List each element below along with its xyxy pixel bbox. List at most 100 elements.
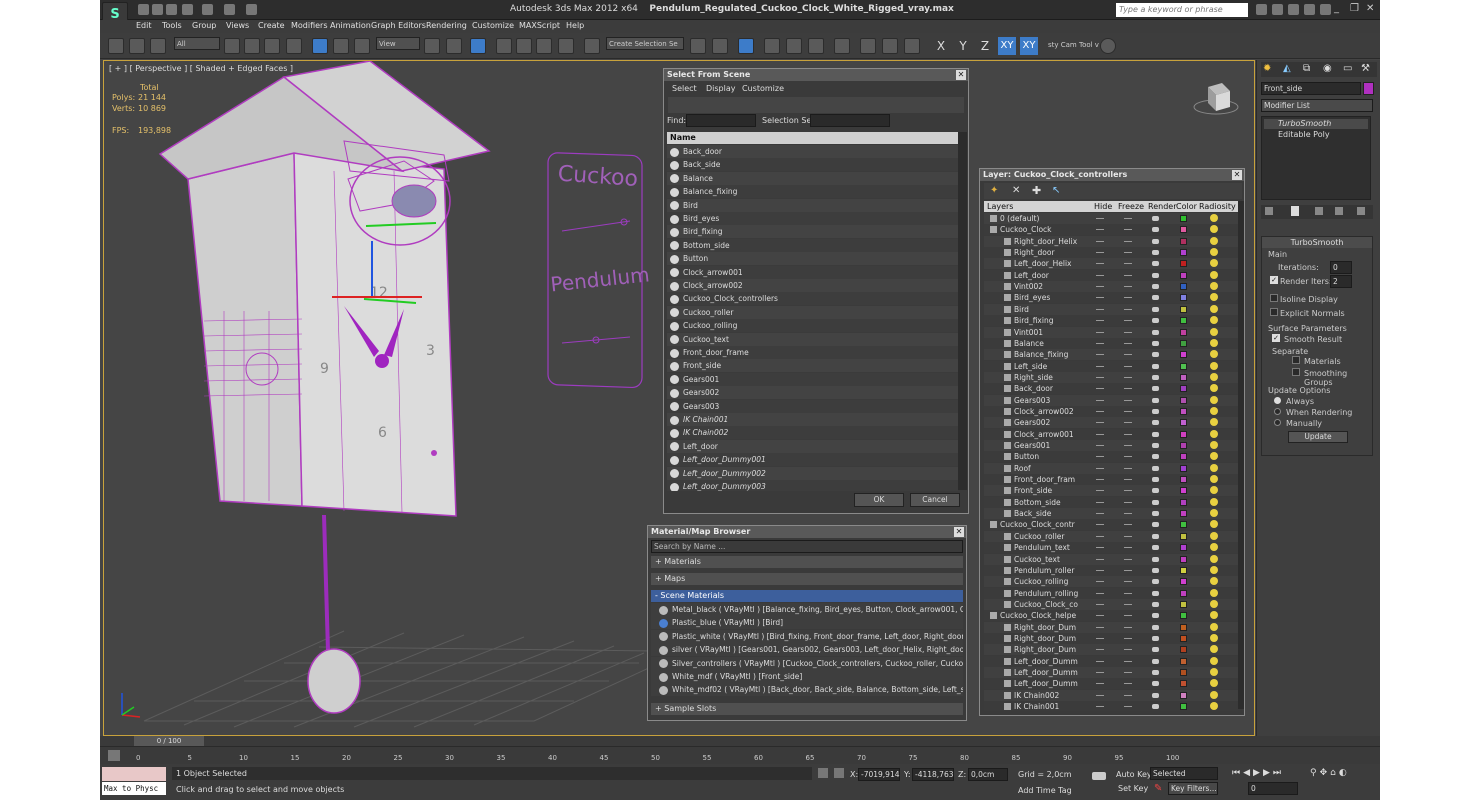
- menu-edit[interactable]: Edit: [136, 21, 152, 30]
- render-teapot-icon[interactable]: [1152, 284, 1159, 290]
- freeze-toggle[interactable]: [1124, 490, 1132, 492]
- freeze-toggle[interactable]: [1124, 603, 1132, 605]
- percent-snap-icon[interactable]: [536, 38, 552, 54]
- radiosity-bulb-icon[interactable]: [1210, 656, 1218, 665]
- scene-object-item[interactable]: Balance: [667, 171, 958, 185]
- scene-object-item[interactable]: Bird_fixing: [667, 225, 958, 239]
- render-teapot-icon[interactable]: [1152, 556, 1159, 562]
- make-unique-icon[interactable]: [1315, 207, 1323, 215]
- render-teapot-icon[interactable]: [1152, 216, 1159, 221]
- scene-object-item[interactable]: Clock_arrow002: [667, 279, 958, 292]
- cam-tool-icon[interactable]: [1100, 38, 1116, 54]
- render-teapot-icon[interactable]: [1152, 238, 1159, 244]
- scene-object-item[interactable]: Bird: [667, 198, 958, 212]
- scene-material-item[interactable]: Metal_black ( VRayMtl ) [Balance_fixing,…: [651, 603, 963, 616]
- render-teapot-icon[interactable]: [1152, 647, 1159, 653]
- scene-object-item[interactable]: Front_side: [667, 359, 958, 373]
- radiosity-bulb-icon[interactable]: [1210, 531, 1218, 540]
- layer-row[interactable]: Cuckoo_Clock_contr: [984, 519, 1238, 531]
- select-and-manipulate-icon[interactable]: [446, 38, 462, 54]
- key-icon[interactable]: [1092, 772, 1106, 780]
- layer-color-swatch[interactable]: [1180, 566, 1187, 574]
- radiosity-bulb-icon[interactable]: [1210, 463, 1218, 472]
- freeze-toggle[interactable]: [1124, 683, 1132, 685]
- rollout-title[interactable]: TurboSmooth: [1262, 237, 1372, 248]
- layer-color-swatch[interactable]: [1180, 305, 1187, 313]
- hide-toggle[interactable]: [1096, 274, 1104, 276]
- layer-color-swatch[interactable]: [1180, 464, 1187, 472]
- freeze-toggle[interactable]: [1124, 615, 1132, 617]
- freeze-toggle[interactable]: [1124, 547, 1132, 549]
- freeze-toggle[interactable]: [1124, 535, 1132, 537]
- hide-toggle[interactable]: [1096, 592, 1104, 594]
- render-teapot-icon[interactable]: [1152, 306, 1159, 312]
- layer-row[interactable]: Pendulum_roller: [984, 564, 1238, 576]
- hide-toggle[interactable]: [1096, 229, 1104, 231]
- material-search-input[interactable]: Search by Name ...: [651, 540, 963, 553]
- layer-row[interactable]: IK Chain001: [984, 701, 1238, 711]
- render-teapot-icon[interactable]: [1152, 579, 1159, 585]
- freeze-toggle[interactable]: [1124, 581, 1132, 583]
- scene-material-item[interactable]: Plastic_white ( VRayMtl ) [Bird_fixing, …: [651, 629, 963, 643]
- render-teapot-icon[interactable]: [1152, 601, 1159, 607]
- layer-color-swatch[interactable]: [1180, 385, 1187, 393]
- radiosity-bulb-icon[interactable]: [1210, 565, 1218, 574]
- hide-toggle[interactable]: [1096, 706, 1104, 708]
- menu-views[interactable]: Views: [226, 21, 249, 30]
- scene-material-item[interactable]: silver ( VRayMtl ) [Gears001, Gears002, …: [651, 643, 963, 657]
- radiosity-bulb-icon[interactable]: [1210, 282, 1218, 291]
- sfs-menu-customize[interactable]: Customize: [742, 84, 784, 93]
- hide-toggle[interactable]: [1096, 342, 1104, 344]
- radiosity-bulb-icon[interactable]: [1210, 441, 1218, 449]
- hide-toggle[interactable]: [1096, 490, 1104, 492]
- scene-object-item[interactable]: IK Chain002: [667, 426, 958, 440]
- track-bar[interactable]: 0 5 10 15 20 25 30 35 40 45 50 55 60 65 70 75 80 85 90 95 10…: [100, 746, 1380, 764]
- layer-row[interactable]: Right_door_Dum: [984, 644, 1238, 656]
- layer-manager-icon[interactable]: [738, 38, 754, 54]
- scene-object-item[interactable]: Cuckoo_text: [667, 332, 958, 346]
- remove-modifier-icon[interactable]: [1335, 207, 1343, 215]
- render-teapot-icon[interactable]: [1152, 488, 1159, 494]
- create-tab-icon[interactable]: ✹: [1263, 63, 1271, 74]
- select-and-scale-icon[interactable]: [354, 38, 370, 54]
- col-freeze[interactable]: Freeze: [1118, 202, 1144, 211]
- freeze-toggle[interactable]: [1124, 694, 1132, 696]
- layer-row[interactable]: Back_door: [984, 383, 1238, 395]
- always-radio[interactable]: [1274, 397, 1281, 404]
- render-teapot-icon[interactable]: [1152, 443, 1159, 448]
- hide-toggle[interactable]: [1096, 694, 1104, 696]
- section-maps[interactable]: + Maps: [651, 573, 963, 585]
- layer-color-swatch[interactable]: [1180, 453, 1187, 461]
- radiosity-bulb-icon[interactable]: [1210, 372, 1218, 381]
- select-from-scene-close-button[interactable]: ✕: [956, 70, 966, 80]
- layer-color-swatch[interactable]: [1180, 646, 1187, 654]
- hide-toggle[interactable]: [1096, 615, 1104, 617]
- viewcube[interactable]: [1193, 83, 1239, 115]
- menu-customize[interactable]: Customize: [472, 21, 514, 30]
- layer-row[interactable]: Right_door_Dum: [984, 632, 1238, 644]
- hide-toggle[interactable]: [1096, 672, 1104, 673]
- render-teapot-icon[interactable]: [1152, 477, 1159, 483]
- radiosity-bulb-icon[interactable]: [1210, 214, 1218, 222]
- freeze-toggle[interactable]: [1124, 479, 1132, 481]
- render-teapot-icon[interactable]: [1152, 227, 1159, 233]
- layer-row[interactable]: Bird_fixing: [984, 315, 1238, 327]
- layer-color-swatch[interactable]: [1180, 634, 1187, 642]
- freeze-toggle[interactable]: [1124, 592, 1132, 594]
- create-layer-icon[interactable]: ✦: [990, 185, 998, 196]
- render-teapot-icon[interactable]: [1152, 567, 1159, 573]
- hide-toggle[interactable]: [1096, 297, 1104, 299]
- layer-color-swatch[interactable]: [1180, 623, 1187, 631]
- scene-object-item[interactable]: Gears002: [667, 386, 958, 400]
- add-to-layer-icon[interactable]: ✚: [1032, 184, 1041, 197]
- project-folder-icon[interactable]: [224, 4, 235, 15]
- minimize-button[interactable]: _: [1334, 3, 1339, 14]
- binoculars-icon[interactable]: [1256, 4, 1267, 15]
- layer-row[interactable]: Vint001: [984, 326, 1238, 338]
- layer-row[interactable]: Vint002: [984, 281, 1238, 293]
- layer-color-swatch[interactable]: [1180, 294, 1187, 302]
- section-scene-materials[interactable]: - Scene Materials: [651, 590, 963, 602]
- hide-toggle[interactable]: [1096, 320, 1104, 322]
- maxscript-mini-listener[interactable]: Max to Physc: [102, 782, 166, 795]
- scene-object-item[interactable]: Bird_eyes: [667, 212, 958, 225]
